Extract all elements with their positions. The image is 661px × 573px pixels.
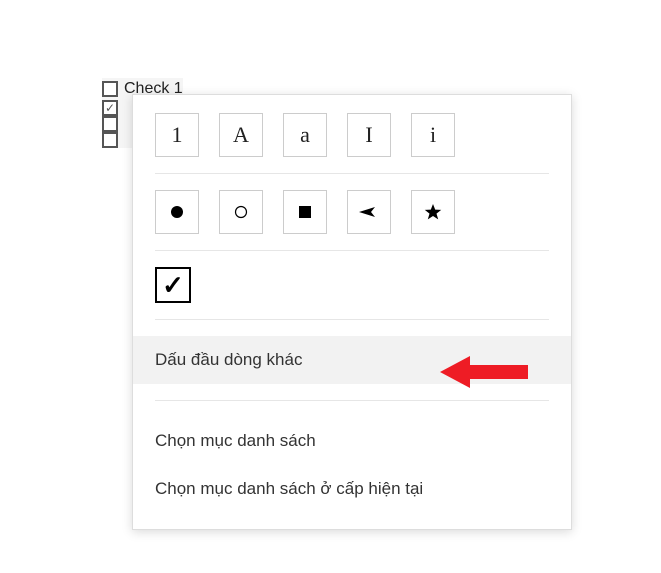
bullet-option-lower-a[interactable]: a xyxy=(283,113,327,157)
bullet-label: I xyxy=(365,122,372,148)
divider xyxy=(155,173,549,174)
bullet-option-upper-i[interactable]: I xyxy=(347,113,391,157)
bullet-option-star[interactable] xyxy=(411,190,455,234)
bullet-label: A xyxy=(233,122,249,148)
bullet-option-square[interactable] xyxy=(283,190,327,234)
menu-label: Chọn mục danh sách ở cấp hiện tại xyxy=(155,479,423,498)
bullet-option-checkbox[interactable]: ✓ xyxy=(155,267,191,303)
divider xyxy=(155,250,549,251)
checkbox-unchecked-icon xyxy=(102,81,118,97)
checkbox-unchecked-icon xyxy=(102,116,118,132)
arrow-icon xyxy=(359,206,379,218)
bullet-style-popup: 1 A a I i ✓ Dấu đầu dòng khác C xyxy=(132,94,572,530)
checkbox-checked-icon: ✓ xyxy=(102,100,118,116)
bullet-option-disc[interactable] xyxy=(155,190,199,234)
menu-other-bullet[interactable]: Dấu đầu dòng khác xyxy=(133,336,571,384)
bullet-option-circle[interactable] xyxy=(219,190,263,234)
divider xyxy=(155,319,549,320)
bullet-label: a xyxy=(300,122,310,148)
shape-bullet-row xyxy=(133,190,571,234)
bullet-option-1[interactable]: 1 xyxy=(155,113,199,157)
bullet-option-upper-a[interactable]: A xyxy=(219,113,263,157)
bullet-label: 1 xyxy=(172,122,183,148)
star-icon xyxy=(424,203,442,221)
menu-select-list-item[interactable]: Chọn mục danh sách xyxy=(133,417,571,465)
checkmark-icon: ✓ xyxy=(162,270,184,301)
disc-icon xyxy=(170,205,184,219)
menu-select-list-item-current[interactable]: Chọn mục danh sách ở cấp hiện tại xyxy=(133,465,571,513)
square-icon xyxy=(299,206,311,218)
circle-icon xyxy=(234,205,248,219)
divider xyxy=(155,400,549,401)
bullet-label: i xyxy=(430,122,436,148)
bullet-option-arrow[interactable] xyxy=(347,190,391,234)
menu-label: Chọn mục danh sách xyxy=(155,431,316,450)
menu-label: Dấu đầu dòng khác xyxy=(155,350,302,369)
checkbox-unchecked-icon xyxy=(102,132,118,148)
checkmark-row: ✓ xyxy=(133,267,571,303)
bullet-option-lower-i[interactable]: i xyxy=(411,113,455,157)
number-bullet-row: 1 A a I i xyxy=(133,113,571,157)
